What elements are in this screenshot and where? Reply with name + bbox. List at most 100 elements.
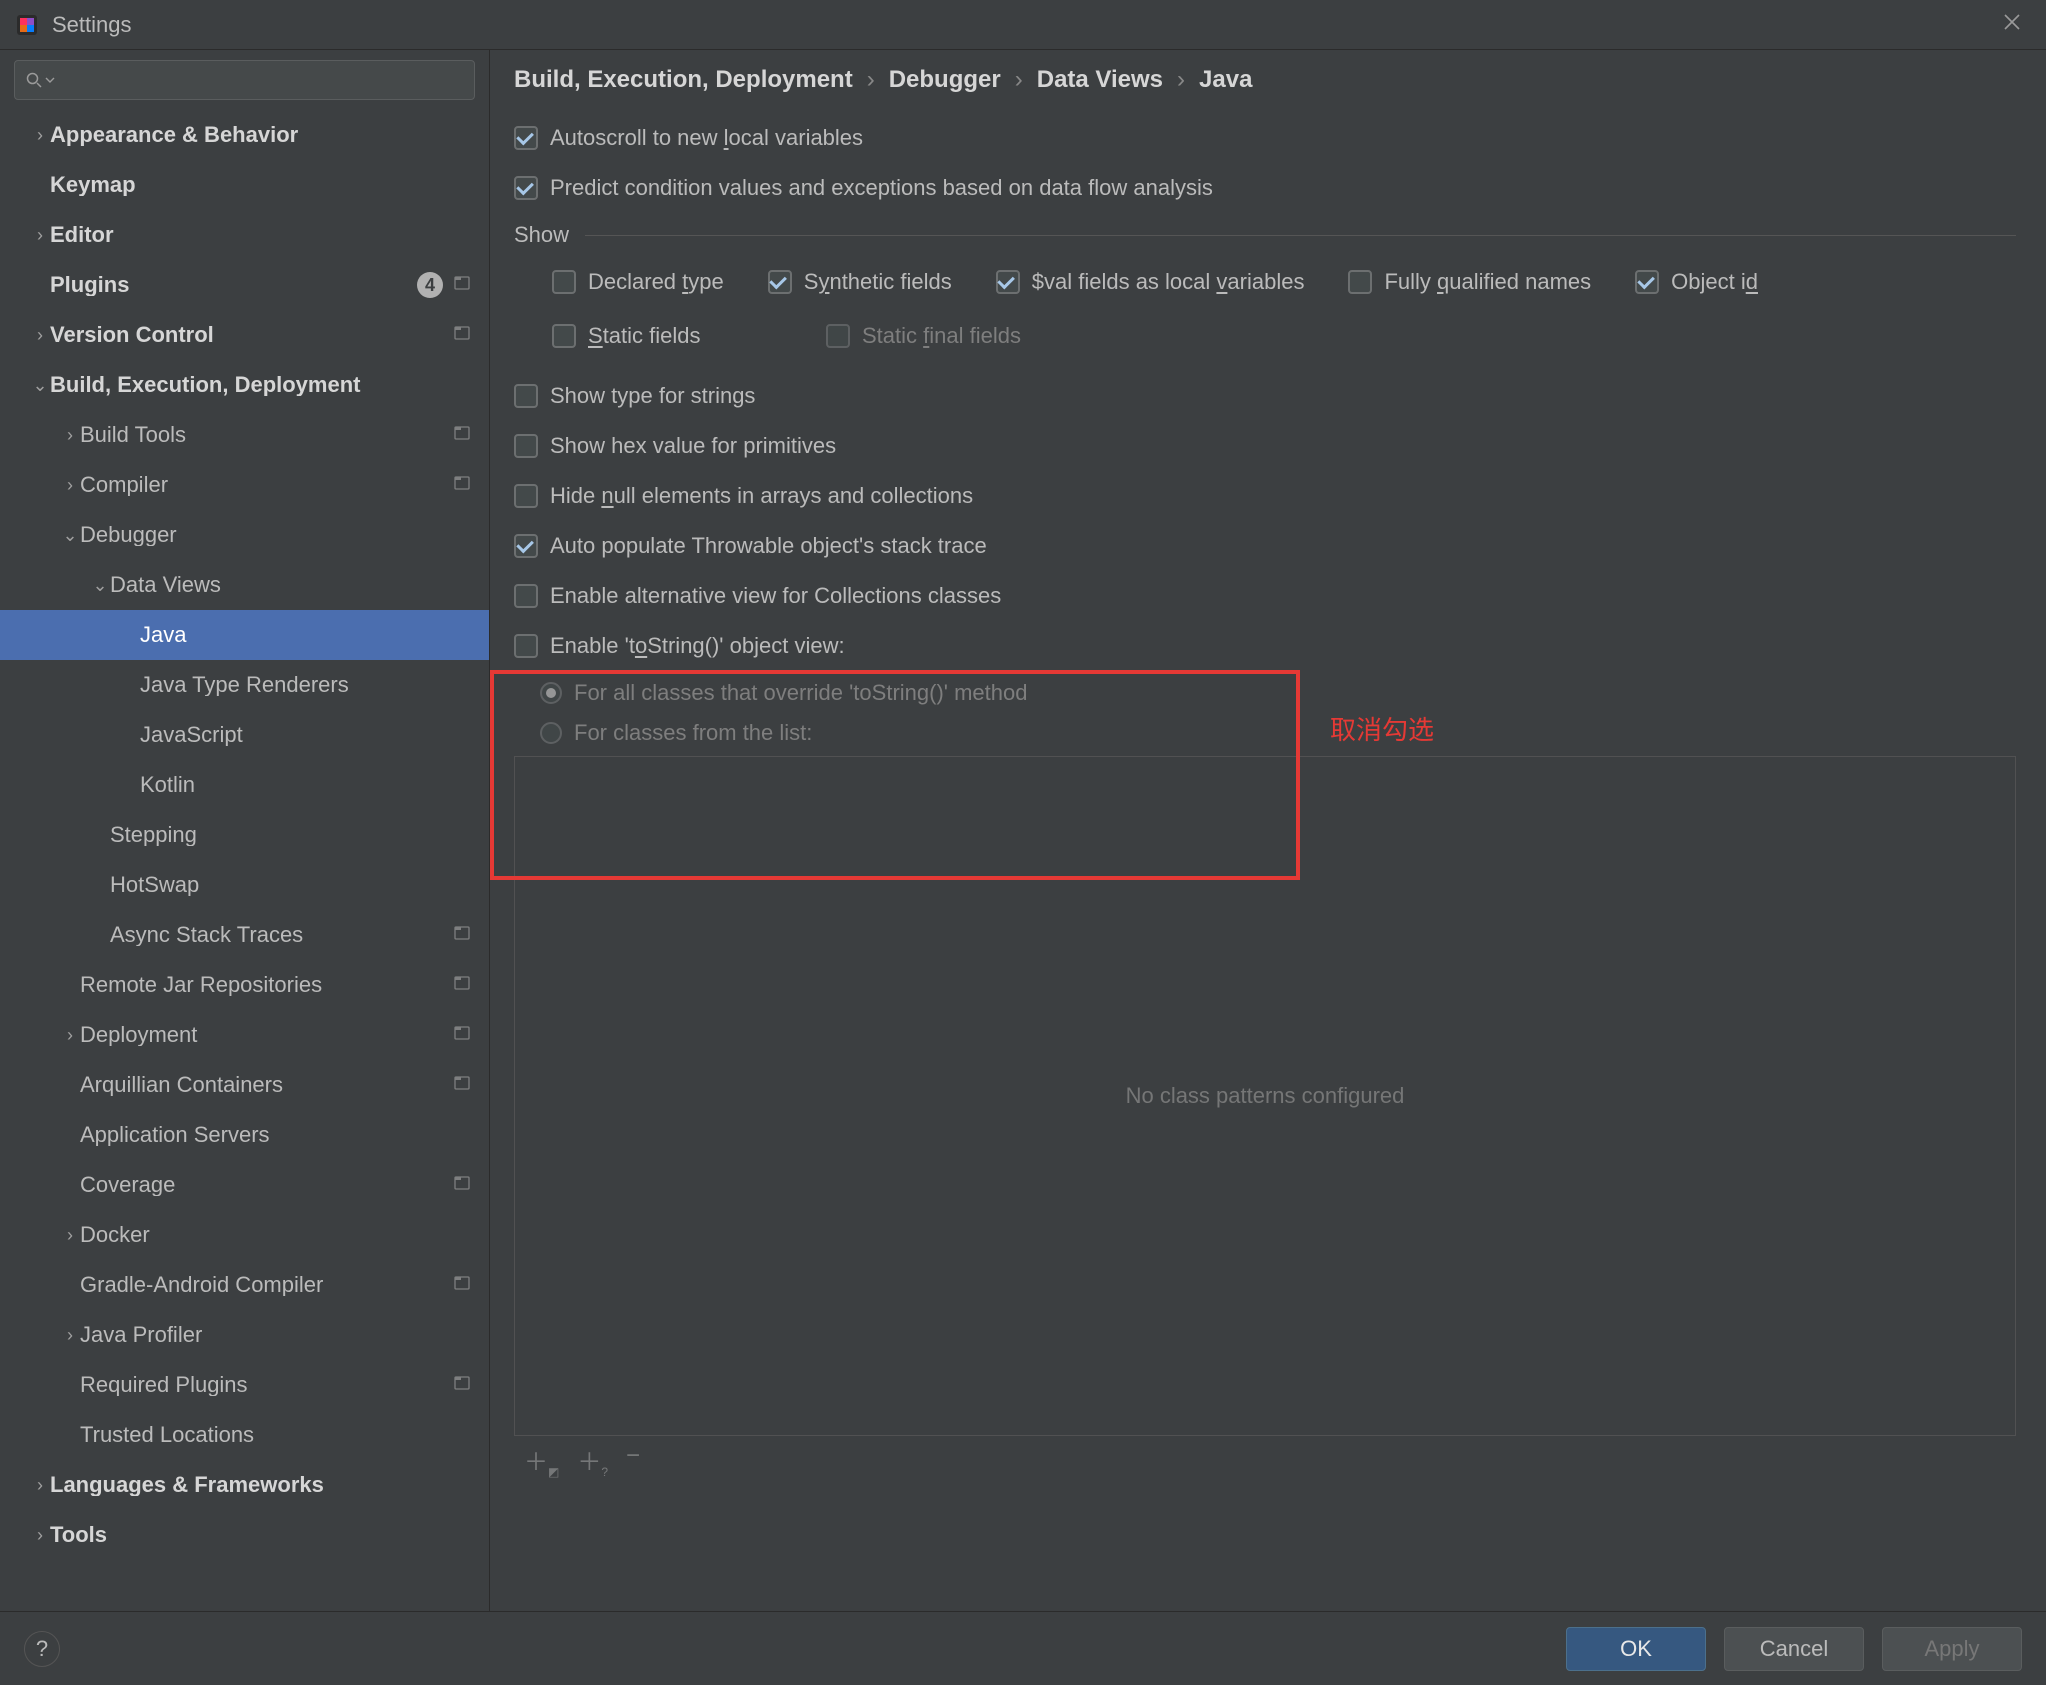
tree-item-required-plugins[interactable]: Required Plugins [0,1360,489,1410]
chevron-right-icon: › [1177,66,1185,94]
tree-item-data-views[interactable]: ⌄Data Views [0,560,489,610]
breadcrumb-segment[interactable]: Build, Execution, Deployment [514,66,853,94]
project-scope-icon [453,1074,475,1096]
settings-tree[interactable]: ›Appearance & BehaviorKeymap›EditorPlugi… [0,110,489,1611]
tree-label: Build, Execution, Deployment [50,374,475,396]
tree-item-javascript[interactable]: JavaScript [0,710,489,760]
cancel-button[interactable]: Cancel [1724,1627,1864,1671]
predict-checkbox[interactable]: Predict condition values and exceptions … [514,168,2016,208]
section-show: Show [514,222,2016,248]
tree-item-docker[interactable]: ›Docker [0,1210,489,1260]
hide-null-elements[interactable]: Hide null elements in arrays and collect… [514,476,2016,516]
tree-label: Plugins [50,274,417,296]
tree-item-java[interactable]: Java [0,610,489,660]
tree-item-application-servers[interactable]: Application Servers [0,1110,489,1160]
tree-item-build-tools[interactable]: ›Build Tools [0,410,489,460]
chevron-right-icon: › [867,66,875,94]
class-patterns-list[interactable]: No class patterns configured [514,756,2016,1436]
breadcrumb: Build, Execution, Deployment › Debugger › Da… [514,66,2016,94]
chevron-right-icon: › [30,126,50,144]
tree-item-debugger[interactable]: ⌄Debugger [0,510,489,560]
sidebar: ›Appearance & BehaviorKeymap›EditorPlugi… [0,50,490,1611]
tree-item-hotswap[interactable]: HotSwap [0,860,489,910]
tree-label: JavaScript [140,724,475,746]
tree-label: Arquillian Containers [80,1074,453,1096]
tree-item-coverage[interactable]: Coverage [0,1160,489,1210]
tree-item-remote-jar-repositories[interactable]: Remote Jar Repositories [0,960,489,1010]
tree-item-deployment[interactable]: ›Deployment [0,1010,489,1060]
tree-item-editor[interactable]: ›Editor [0,210,489,260]
ok-button[interactable]: OK [1566,1627,1706,1671]
tostring-radio-all[interactable]: For all classes that override 'toString(… [540,676,2016,710]
close-icon[interactable] [1992,7,2032,43]
tree-item-compiler[interactable]: ›Compiler [0,460,489,510]
project-scope-icon [453,324,475,346]
tree-label: Build Tools [80,424,453,446]
chevron-right-icon: › [60,426,80,444]
tree-item-stepping[interactable]: Stepping [0,810,489,860]
tree-item-appearance-behavior[interactable]: ›Appearance & Behavior [0,110,489,160]
breadcrumb-segment[interactable]: Debugger [889,66,1001,94]
tree-label: Editor [50,224,475,246]
breadcrumb-segment[interactable]: Data Views [1037,66,1163,94]
chevron-down-icon: ⌄ [30,376,50,394]
tree-item-build-execution-deployment[interactable]: ⌄Build, Execution, Deployment [0,360,489,410]
chevron-right-icon: › [30,1476,50,1494]
tree-item-languages-frameworks[interactable]: ›Languages & Frameworks [0,1460,489,1510]
show-hex-primitives[interactable]: Show hex value for primitives [514,426,2016,466]
tree-item-java-type-renderers[interactable]: Java Type Renderers [0,660,489,710]
show-object-id[interactable]: Object id [1635,262,1855,302]
tree-label: HotSwap [110,874,475,896]
tree-item-version-control[interactable]: ›Version Control [0,310,489,360]
tostring-radio-list[interactable]: For classes from the list: [540,716,2016,750]
help-button[interactable]: ? [24,1631,60,1667]
tree-label: Version Control [50,324,453,346]
label: Declared type [588,269,724,295]
autoscroll-checkbox[interactable]: Autoscroll to new local variables [514,118,2016,158]
add-question-button[interactable]: ＋? [577,1442,608,1479]
chevron-right-icon: › [30,326,50,344]
label: Fully qualified names [1384,269,1591,295]
show-fqn[interactable]: Fully qualified names [1348,262,1591,302]
titlebar: Settings [0,0,2046,50]
remove-button[interactable]: − [626,1442,640,1479]
tree-item-plugins[interactable]: Plugins4 [0,260,489,310]
label: Object id [1671,269,1758,295]
tree-label: Java [140,624,475,646]
checkbox-icon [514,634,538,658]
chevron-down-icon: ⌄ [60,526,80,544]
show-static-final-fields[interactable]: Static final fields [826,316,1021,356]
label: Enable 'toString()' object view: [550,633,845,659]
show-static-fields[interactable]: Static fields [552,316,782,356]
tree-item-kotlin[interactable]: Kotlin [0,760,489,810]
chevron-right-icon: › [30,1526,50,1544]
tree-item-gradle-android-compiler[interactable]: Gradle-Android Compiler [0,1260,489,1310]
project-scope-icon [453,1174,475,1196]
tree-label: Coverage [80,1174,453,1196]
chevron-right-icon: › [60,476,80,494]
show-synthetic-fields[interactable]: Synthetic fields [768,262,952,302]
window-title: Settings [52,12,132,38]
search-input[interactable] [14,60,475,100]
chevron-right-icon: › [30,226,50,244]
dialog-footer: ? OK Cancel Apply [0,1611,2046,1685]
auto-populate-throwable[interactable]: Auto populate Throwable object's stack t… [514,526,2016,566]
tree-item-async-stack-traces[interactable]: Async Stack Traces [0,910,489,960]
tree-label: Java Type Renderers [140,674,475,696]
tree-item-trusted-locations[interactable]: Trusted Locations [0,1410,489,1460]
tree-item-keymap[interactable]: Keymap [0,160,489,210]
tree-label: Tools [50,1524,475,1546]
enable-tostring-view[interactable]: Enable 'toString()' object view: [514,626,2016,666]
show-type-strings[interactable]: Show type for strings [514,376,2016,416]
show-declared-type[interactable]: Declared type [552,262,724,302]
project-scope-icon [453,924,475,946]
tree-item-java-profiler[interactable]: ›Java Profiler [0,1310,489,1360]
add-button[interactable]: ＋◩ [524,1442,559,1479]
enable-alt-collections[interactable]: Enable alternative view for Collections … [514,576,2016,616]
tree-label: Required Plugins [80,1374,453,1396]
tree-item-tools[interactable]: ›Tools [0,1510,489,1560]
apply-button[interactable]: Apply [1882,1627,2022,1671]
tree-item-arquillian-containers[interactable]: Arquillian Containers [0,1060,489,1110]
label: For classes from the list: [574,720,812,746]
show-val-fields[interactable]: $val fields as local variables [996,262,1305,302]
